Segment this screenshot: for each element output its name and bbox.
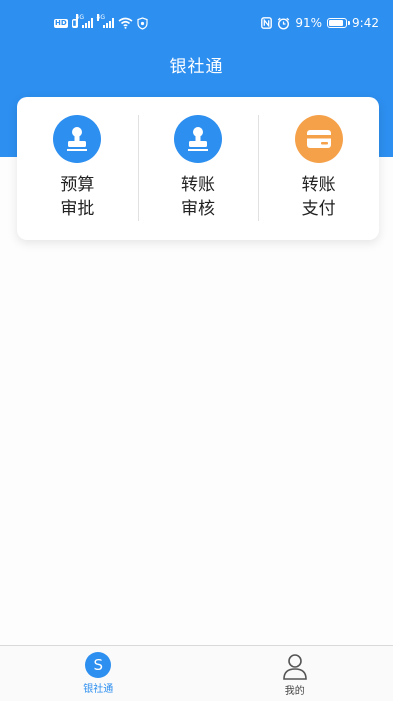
stamp-icon (174, 115, 222, 163)
shield-icon (137, 17, 148, 30)
person-icon (281, 652, 309, 680)
battery-percent: 91% (295, 16, 322, 30)
transfer-payment-label-line1: 转账 (302, 173, 336, 197)
transfer-payment-label-line2: 支付 (302, 197, 336, 221)
status-bar: HD ▮ 4G 4G 91% (0, 0, 393, 46)
status-right-icons: 91% 9:42 (261, 15, 379, 31)
transfer-review-label: 转账 审核 (181, 173, 215, 221)
budget-approval-label-line1: 预算 (60, 173, 94, 197)
bottom-tab-bar: S 银社通 我的 (0, 645, 393, 701)
transfer-review-label-line2: 审核 (181, 197, 215, 221)
status-left-icons: HD ▮ 4G 4G (54, 15, 148, 31)
transfer-payment-button[interactable]: 转账 支付 (258, 97, 379, 240)
page-title: 银社通 (0, 52, 393, 77)
budget-approval-label-line2: 审批 (60, 197, 94, 221)
transfer-review-button[interactable]: 转账 审核 (138, 97, 259, 240)
tab-mine-label: 我的 (285, 682, 305, 697)
nfc-icon (261, 17, 272, 29)
stamp-icon (53, 115, 101, 163)
budget-approval-label: 预算 审批 (60, 173, 94, 221)
tab-home[interactable]: S 银社通 (0, 646, 197, 701)
transfer-payment-label: 转账 支付 (302, 173, 336, 221)
alarm-icon (277, 17, 290, 30)
network-tag-2: 4G (97, 14, 99, 21)
home-s-icon: S (85, 652, 111, 678)
hd-icon: HD (54, 19, 68, 28)
network-tag-1: 4G (76, 14, 78, 21)
signal-icon-1: 4G (82, 18, 93, 28)
function-card: 预算 审批 转账 审核 转账 支付 (17, 97, 379, 240)
transfer-review-label-line1: 转账 (181, 173, 215, 197)
card-icon (295, 115, 343, 163)
tab-home-label: 银社通 (83, 680, 113, 695)
budget-approval-button[interactable]: 预算 审批 (17, 97, 138, 240)
wifi-icon (118, 17, 133, 29)
battery-icon (327, 18, 347, 28)
tab-mine[interactable]: 我的 (197, 646, 393, 701)
clock: 9:42 (352, 16, 379, 30)
signal-icon-2: 4G (103, 18, 114, 28)
